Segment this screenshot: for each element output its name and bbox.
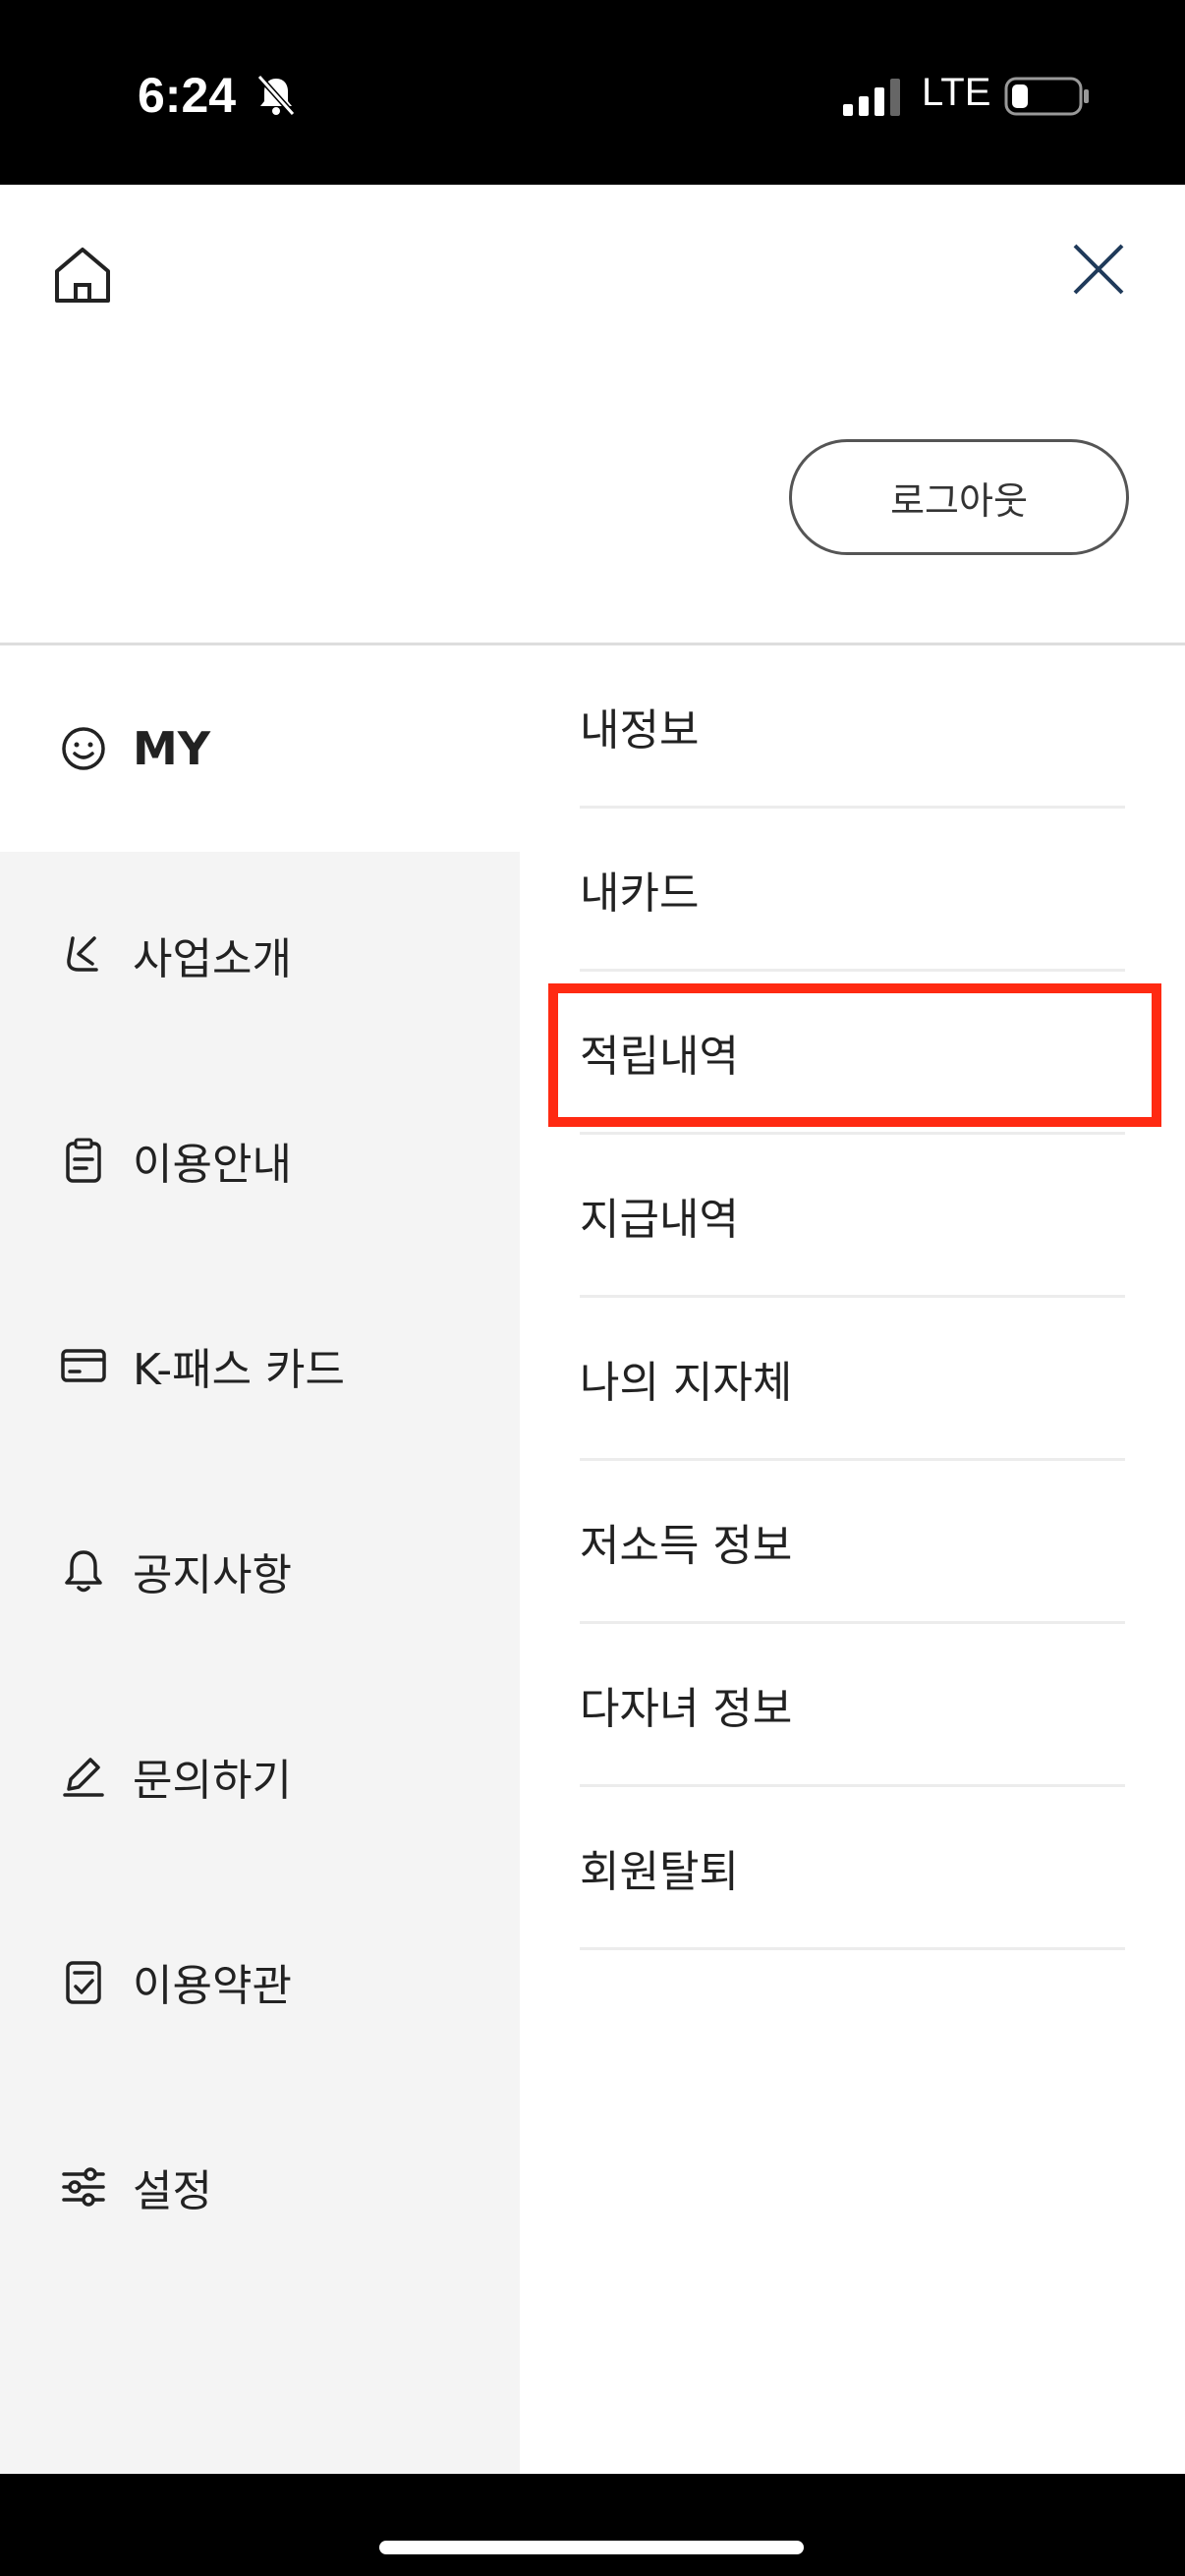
card-icon <box>61 1349 106 1382</box>
submenu: 내정보 내카드 적립내역 지급내역 나의 지자체 저소득 정보 다자녀 정보 회… <box>520 645 1185 2474</box>
menu-item-business-intro[interactable]: 사업소개 <box>0 896 520 1014</box>
logout-button[interactable]: 로그아웃 <box>789 439 1129 555</box>
submenu-item-my-info[interactable]: 내정보 <box>580 645 1125 809</box>
category-menu: MY 사업소개 이용안내 K-패스 카드 공지사항 문의하기 이용약관 설정 <box>0 645 520 2474</box>
submenu-item-low-income-info[interactable]: 저소득 정보 <box>580 1461 1125 1624</box>
submenu-label: 지급내역 <box>580 1195 739 1245</box>
submenu-item-withdraw-membership[interactable]: 회원탈퇴 <box>580 1787 1125 1950</box>
menu-label: K-패스 카드 <box>133 1345 346 1395</box>
close-icon[interactable] <box>1069 240 1128 299</box>
network-type: LTE <box>922 71 991 114</box>
menu-label: 이용약관 <box>133 1961 292 2011</box>
submenu-item-my-municipality[interactable]: 나의 지자체 <box>580 1298 1125 1461</box>
menu-item-usage-guide[interactable]: 이용안내 <box>0 1101 520 1219</box>
status-bar: 6:24 LTE <box>0 0 1185 185</box>
document-check-icon <box>66 1961 101 2004</box>
home-bar-area <box>0 2474 1185 2576</box>
home-icon[interactable] <box>49 242 116 308</box>
menu-label: 공지사항 <box>133 1550 292 1600</box>
highlight-annotation-box <box>548 983 1161 1127</box>
submenu-item-my-card[interactable]: 내카드 <box>580 809 1125 972</box>
menu-label: 이용안내 <box>133 1140 292 1190</box>
submenu-label: 내정보 <box>580 705 700 756</box>
menu-item-notices[interactable]: 공지사항 <box>0 1512 520 1630</box>
clipboard-icon <box>66 1138 101 1183</box>
submenu-label: 다자녀 정보 <box>580 1684 793 1734</box>
menu-screen: 로그아웃 MY 사업소개 이용안내 K-패스 카드 공지사항 문의하기 이용약관… <box>0 185 1185 2474</box>
home-indicator[interactable] <box>379 2541 804 2554</box>
submenu-item-payment-history[interactable]: 지급내역 <box>580 1135 1125 1298</box>
smile-icon <box>62 727 105 770</box>
menu-label: 문의하기 <box>133 1756 292 1806</box>
menu-label: 설정 <box>133 2166 212 2216</box>
menu-item-inquiry[interactable]: 문의하기 <box>0 1717 520 1835</box>
bell-icon <box>65 1550 102 1593</box>
status-time: 6:24 <box>138 68 237 123</box>
submenu-label: 나의 지자체 <box>580 1358 793 1408</box>
submenu-label: 회원탈퇴 <box>580 1847 739 1897</box>
pencil-icon <box>63 1758 104 1797</box>
menu-label: 사업소개 <box>133 934 292 984</box>
menu-label: MY <box>133 722 211 775</box>
submenu-label: 내카드 <box>580 868 700 919</box>
menu-item-kpass-card[interactable]: K-패스 카드 <box>0 1307 520 1425</box>
menu-item-terms[interactable]: 이용약관 <box>0 1923 520 2041</box>
signal-icon <box>843 79 900 116</box>
menu-item-my[interactable]: MY <box>0 690 520 808</box>
submenu-item-multi-child-info[interactable]: 다자녀 정보 <box>580 1624 1125 1787</box>
sliders-icon <box>62 2167 105 2207</box>
submenu-label: 저소득 정보 <box>580 1521 793 1571</box>
menu-item-settings[interactable]: 설정 <box>0 2128 520 2246</box>
battery-icon <box>1004 77 1089 116</box>
k-logo-icon <box>67 936 98 972</box>
bell-muted-icon <box>256 74 296 117</box>
